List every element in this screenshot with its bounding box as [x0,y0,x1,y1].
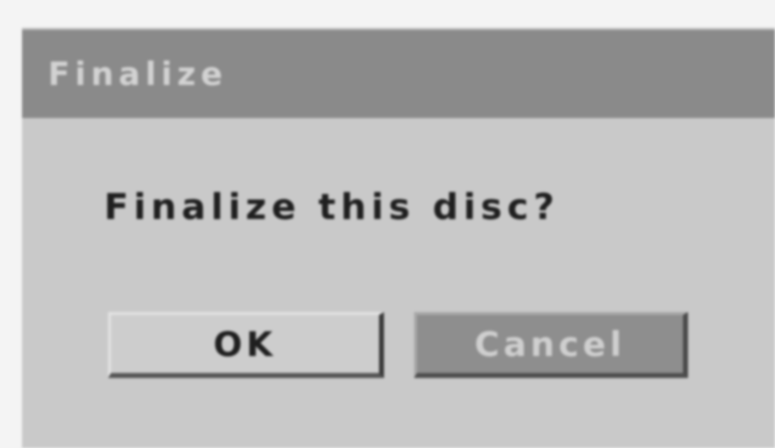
dialog-titlebar: Finalize [22,30,775,118]
finalize-dialog: Finalize Finalize this disc? OK Cancel [22,28,775,448]
cancel-button[interactable]: Cancel [414,312,688,378]
dialog-title: Finalize [48,55,228,93]
dialog-message: Finalize this disc? [104,187,560,228]
ok-button[interactable]: OK [108,312,384,378]
